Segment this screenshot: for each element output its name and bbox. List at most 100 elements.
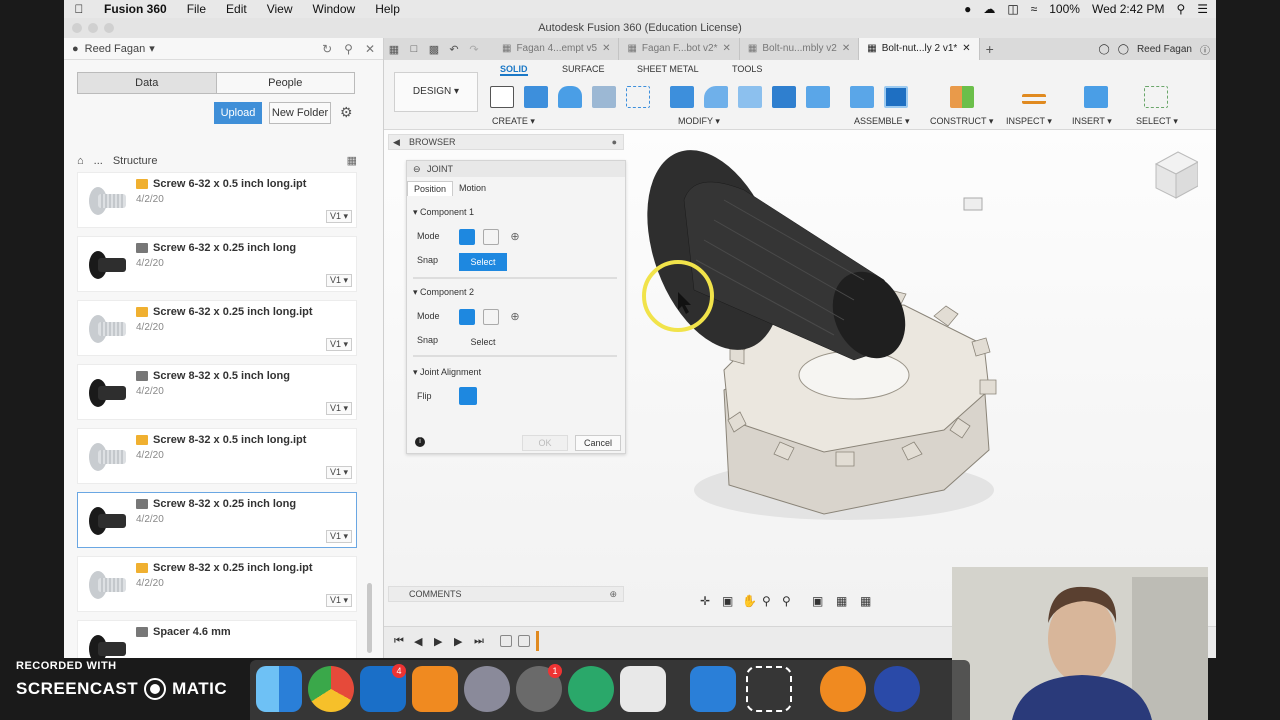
- save-icon[interactable]: ▩: [424, 43, 444, 56]
- tab-people[interactable]: People: [215, 73, 354, 93]
- upload-button[interactable]: Upload: [214, 102, 262, 124]
- workspace-switcher[interactable]: DESIGN ▾: [394, 72, 478, 112]
- globe-app-icon[interactable]: [568, 666, 614, 712]
- menu-file[interactable]: File: [177, 2, 216, 16]
- joint-alignment-section[interactable]: ▾ Joint Alignment: [413, 367, 481, 378]
- component1-section[interactable]: ▾ Component 1: [413, 207, 474, 218]
- tab-sheet-metal[interactable]: SHEET METAL: [637, 64, 699, 74]
- doc-tab[interactable]: ▦ Bolt-nu...mbly v2 ✕: [740, 38, 860, 60]
- apple-icon[interactable]: : [64, 2, 94, 16]
- press-pull-icon[interactable]: [670, 86, 694, 108]
- hole-icon[interactable]: [592, 86, 616, 108]
- combine-icon[interactable]: [772, 86, 796, 108]
- file-list-item[interactable]: Screw 6-32 x 0.5 inch long.ipt 4/2/20 V1 ▾: [77, 172, 357, 228]
- file-list-item[interactable]: Screw 6-32 x 0.25 inch long.ipt 4/2/20 V1 …: [77, 300, 357, 356]
- pin-icon[interactable]: ●: [612, 135, 617, 149]
- status-icon[interactable]: ●: [964, 2, 971, 16]
- file-list-item[interactable]: Screw 8-32 x 0.25 inch long 4/2/20 V1 ▾: [77, 492, 357, 548]
- close-tab-icon[interactable]: ✕: [602, 38, 610, 60]
- select-button-2[interactable]: Select: [459, 333, 507, 351]
- mode-center-icon[interactable]: ⊕: [507, 229, 523, 245]
- group-create[interactable]: CREATE ▾: [492, 116, 535, 127]
- new-folder-button[interactable]: New Folder: [269, 102, 331, 124]
- tab-user-name[interactable]: Reed Fagan: [1137, 44, 1192, 55]
- close-tab-icon[interactable]: ✕: [962, 38, 970, 60]
- wifi-icon[interactable]: ≈: [1031, 2, 1038, 16]
- doc-tab[interactable]: ▦ Fagan 4...empt v5 ✕: [494, 38, 620, 60]
- close-tab-icon[interactable]: ✕: [723, 38, 731, 60]
- version-badge[interactable]: V1 ▾: [325, 274, 352, 287]
- minimize-window-button[interactable]: [88, 23, 98, 33]
- group-insert[interactable]: INSERT ▾: [1072, 116, 1112, 127]
- revolve-icon[interactable]: [558, 86, 582, 108]
- shell-icon[interactable]: [738, 86, 762, 108]
- ok-button[interactable]: OK: [522, 435, 568, 451]
- display-settings-icon[interactable]: [963, 197, 983, 211]
- step-forward-icon[interactable]: ▶: [454, 635, 462, 648]
- screencast-app-icon[interactable]: [620, 666, 666, 712]
- user-name[interactable]: Reed Fagan: [85, 43, 146, 55]
- file-list-scrollbar[interactable]: [367, 583, 372, 653]
- group-assemble[interactable]: ASSEMBLE ▾: [854, 116, 910, 127]
- select-icon[interactable]: [1144, 86, 1168, 108]
- joint-icon[interactable]: [884, 86, 908, 108]
- close-tab-icon[interactable]: ✕: [842, 38, 850, 60]
- view-cube[interactable]: [1148, 144, 1200, 204]
- insert-image-icon[interactable]: [1084, 86, 1108, 108]
- new-component-icon[interactable]: [850, 86, 874, 108]
- refresh-icon[interactable]: ↻: [322, 42, 332, 56]
- gear-icon[interactable]: ⚙: [340, 104, 353, 121]
- collapse-icon[interactable]: ◀: [393, 135, 400, 149]
- mode-simple-icon[interactable]: [459, 229, 475, 245]
- file-icon[interactable]: □: [404, 43, 424, 55]
- keynote-icon[interactable]: [690, 666, 736, 712]
- zoom-window-button[interactable]: [104, 23, 114, 33]
- group-select[interactable]: SELECT ▾: [1136, 116, 1178, 127]
- launchpad-icon[interactable]: [464, 666, 510, 712]
- fillet-icon[interactable]: [704, 86, 728, 108]
- lifebuoy-icon[interactable]: [820, 666, 866, 712]
- fit-icon[interactable]: ⚲: [782, 594, 791, 608]
- version-badge[interactable]: V1 ▾: [325, 466, 352, 479]
- timeline-feature-icon[interactable]: [500, 635, 512, 647]
- mode-between-icon[interactable]: [483, 229, 499, 245]
- timeline-marker[interactable]: [536, 631, 539, 651]
- chrome-icon[interactable]: [308, 666, 354, 712]
- file-list-item[interactable]: Screw 8-32 x 0.25 inch long.ipt 4/2/20 V1 …: [77, 556, 357, 612]
- tab-solid[interactable]: SOLID: [500, 64, 528, 76]
- undo-icon[interactable]: ↶: [444, 43, 464, 56]
- version-badge[interactable]: V1 ▾: [325, 594, 352, 607]
- select-button-1[interactable]: Select: [459, 253, 507, 271]
- align-icon[interactable]: [806, 86, 830, 108]
- tab-tools[interactable]: TOOLS: [732, 64, 762, 74]
- go-to-start-icon[interactable]: ⏮: [394, 635, 404, 648]
- flip-icon[interactable]: [459, 387, 477, 405]
- tab-data[interactable]: Data: [78, 73, 216, 93]
- pattern-icon[interactable]: [626, 86, 650, 108]
- version-badge[interactable]: V1 ▾: [325, 530, 352, 543]
- mode-center-icon[interactable]: ⊕: [507, 309, 523, 325]
- cancel-button[interactable]: Cancel: [575, 435, 621, 451]
- finder-icon[interactable]: [256, 666, 302, 712]
- file-list-item[interactable]: Screw 6-32 x 0.25 inch long 4/2/20 V1 ▾: [77, 236, 357, 292]
- step-back-icon[interactable]: ◀: [414, 635, 422, 648]
- screenshot-icon[interactable]: [746, 666, 792, 712]
- apps-grid-icon[interactable]: ▦: [384, 43, 404, 56]
- grid-view-icon[interactable]: ▦: [347, 154, 357, 167]
- close-window-button[interactable]: [72, 23, 82, 33]
- go-to-end-icon[interactable]: ⏭: [474, 635, 484, 648]
- version-badge[interactable]: V1 ▾: [325, 338, 352, 351]
- measure-icon[interactable]: [1022, 94, 1046, 104]
- job-status-icon[interactable]: ◯: [1099, 44, 1110, 55]
- version-badge[interactable]: V1 ▾: [325, 402, 352, 415]
- comments-panel-header[interactable]: COMMENTS ⊕: [388, 586, 624, 602]
- home-icon[interactable]: ⌂: [77, 155, 84, 167]
- breadcrumb-ellipsis[interactable]: ...: [94, 155, 103, 167]
- pan-icon[interactable]: ✋: [742, 594, 757, 608]
- close-icon[interactable]: ✕: [365, 42, 375, 56]
- clock[interactable]: Wed 2:42 PM: [1092, 2, 1164, 16]
- doc-tab[interactable]: ▦ Fagan F...bot v2* ✕: [619, 38, 740, 60]
- redo-icon[interactable]: ↷: [464, 43, 484, 56]
- mode-between-icon[interactable]: [483, 309, 499, 325]
- version-badge[interactable]: V1 ▾: [325, 210, 352, 223]
